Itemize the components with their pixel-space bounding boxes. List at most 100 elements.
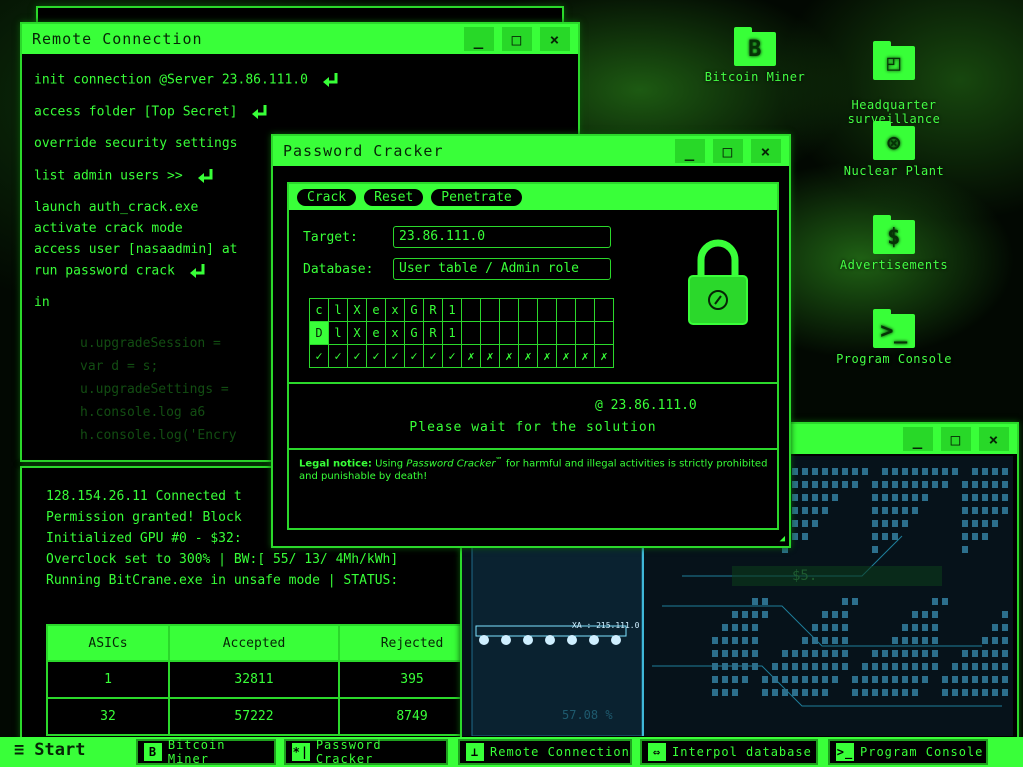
grid-cell: e (366, 321, 386, 345)
grid-cell: G (404, 298, 424, 322)
desktop-icon-program-console[interactable]: >_ Program Console (832, 309, 956, 366)
grid-row-check: ✓ ✓ ✓ ✓ ✓ ✓ ✓ ✓ ✗ ✗ ✗ ✗ ✗ ✗ ✗ ✗ (309, 344, 614, 368)
maximize-button[interactable]: □ (941, 427, 971, 451)
desktop-icon-nuclear-plant[interactable]: ⊗ Nuclear Plant (838, 121, 950, 178)
grid-cell: X (347, 298, 367, 322)
taskbar-item-password-cracker[interactable]: *| Password Cracker (284, 738, 448, 766)
resize-grip-icon[interactable]: ◢ (780, 534, 785, 544)
code-line: u.upgradeSettings = (80, 382, 229, 397)
bitcoin-icon: B (144, 743, 162, 761)
desktop-icon-bitcoin-miner[interactable]: B Bitcoin Miner (700, 27, 810, 84)
terminal-line: list admin users >> (34, 168, 183, 184)
legal-text: Using (371, 458, 407, 470)
bitcoin-folder-icon: B (734, 27, 776, 66)
enter-key-icon (189, 264, 205, 278)
code-line: u.upgradeSession = (80, 336, 221, 351)
grid-row-answer: DlXexGR1 (309, 321, 614, 345)
password-cracker-window: Password Cracker _ □ × Crack Reset Penet… (271, 134, 791, 548)
grid-cell: R (423, 321, 443, 345)
maximize-button[interactable]: □ (713, 139, 743, 163)
start-button[interactable]: ≡ Start (14, 740, 85, 760)
grid-cell: D (309, 321, 329, 345)
grid-cell: ✓ (385, 344, 405, 368)
database-label: Database: (303, 262, 374, 277)
taskbar-item-program-console[interactable]: >_ Program Console (828, 739, 988, 765)
grid-cell (537, 298, 557, 322)
enter-key-icon (197, 169, 213, 183)
cracker-toolbar: Crack Reset Penetrate (289, 184, 777, 210)
grid-cell: ✗ (556, 344, 576, 368)
terminal-line: run password crack (34, 263, 175, 279)
surveillance-folder-icon: ◰ (873, 41, 915, 80)
close-button[interactable]: × (751, 139, 781, 163)
grid-cell: 1 (442, 298, 462, 322)
grid-cell (461, 321, 481, 345)
taskbar-item-bitcoin-miner[interactable]: B Bitcoin Miner (136, 738, 276, 766)
minimize-button[interactable]: _ (464, 27, 494, 51)
grid-cell: e (366, 298, 386, 322)
grid-cell (461, 298, 481, 322)
map-faded-text: $5. (792, 568, 817, 584)
password-cracker-titlebar[interactable]: Password Cracker _ □ × (273, 136, 789, 166)
terminal-line: init connection @Server 23.86.111.0 (34, 72, 308, 88)
minimize-button[interactable]: _ (675, 139, 705, 163)
grid-cell: 1 (442, 321, 462, 345)
code-line: var d = s; (80, 359, 159, 374)
grid-cell: c (309, 298, 329, 322)
table-cell: 32811 (168, 660, 340, 699)
remote-connection-titlebar[interactable]: Remote Connection _ □ × (22, 24, 578, 54)
divider (289, 448, 777, 450)
close-button[interactable]: × (540, 27, 570, 51)
table-cell: 32 (46, 697, 170, 736)
minimize-button[interactable]: _ (903, 427, 933, 451)
faded-code-block: u.upgradeSession = var d = s; u.upgradeS… (80, 332, 237, 447)
desktop-icon-advertisements[interactable]: $ Advertisements (832, 215, 956, 272)
crack-button[interactable]: Crack (297, 188, 357, 206)
grid-cell (518, 298, 538, 322)
close-button[interactable]: × (979, 427, 1009, 451)
desktop-icon-headquarter-surveillance[interactable]: ◰ Headquarter surveillance (838, 32, 950, 140)
table-row: 1 32811 395 (46, 660, 486, 699)
table-header: Accepted (168, 624, 340, 662)
grid-row-guess: clXexGR1 (309, 298, 614, 322)
grid-cell (537, 321, 557, 345)
grid-cell: ✗ (461, 344, 481, 368)
grid-cell: ✗ (537, 344, 557, 368)
grid-cell (480, 298, 500, 322)
map-progress-text: 57.08 % (562, 708, 613, 722)
grid-cell: R (423, 298, 443, 322)
target-ip-line: @ 23.86.111.0 (595, 398, 697, 413)
taskbar-label: Interpol database (672, 745, 812, 759)
maximize-button[interactable]: □ (502, 27, 532, 51)
grid-cell: x (385, 321, 405, 345)
reset-button[interactable]: Reset (364, 188, 424, 206)
taskbar-item-remote-connection[interactable]: ⊥ Remote Connection (458, 739, 632, 765)
enter-key-icon (252, 105, 267, 119)
taskbar-label: Program Console (860, 745, 984, 759)
wait-message: Please wait for the solution (409, 420, 657, 435)
taskbar-item-interpol-database[interactable]: ⇔ Interpol database (640, 739, 818, 765)
grid-cell: ✓ (309, 344, 329, 368)
password-grid: clXexGR1 DlXexGR1 ✓ ✓ ✓ ✓ ✓ ✓ ✓ ✓ ✗ ✗ ✗ ✗ ✗ ✗ ✗ ✗ (309, 298, 614, 368)
table-cell: 57222 (168, 697, 340, 736)
database-field[interactable]: User table / Admin role (393, 258, 611, 280)
database-icon: ⇔ (648, 743, 666, 761)
grid-cell (575, 321, 595, 345)
taskbar-label: Password Cracker (315, 738, 382, 766)
terminal-line: access folder [Top Secret] (34, 104, 238, 120)
desktop-icon-label: Nuclear Plant (843, 164, 945, 178)
target-field[interactable]: 23.86.111.0 (393, 226, 611, 248)
grid-cell: ✓ (442, 344, 462, 368)
menu-icon: ≡ (14, 740, 25, 760)
map-overlay-label: XA : 215.111.0 (572, 621, 640, 630)
grid-cell: ✓ (328, 344, 348, 368)
penetrate-button[interactable]: Penetrate (431, 188, 522, 206)
window-title: Password Cracker (283, 142, 444, 160)
grid-cell: X (347, 321, 367, 345)
dollar-folder-icon: $ (873, 215, 915, 254)
grid-cell: G (404, 321, 424, 345)
nuclear-folder-icon: ⊗ (873, 121, 915, 160)
table-row: 32 57222 8749 (46, 697, 486, 736)
divider (289, 382, 777, 384)
grid-cell: ✗ (575, 344, 595, 368)
